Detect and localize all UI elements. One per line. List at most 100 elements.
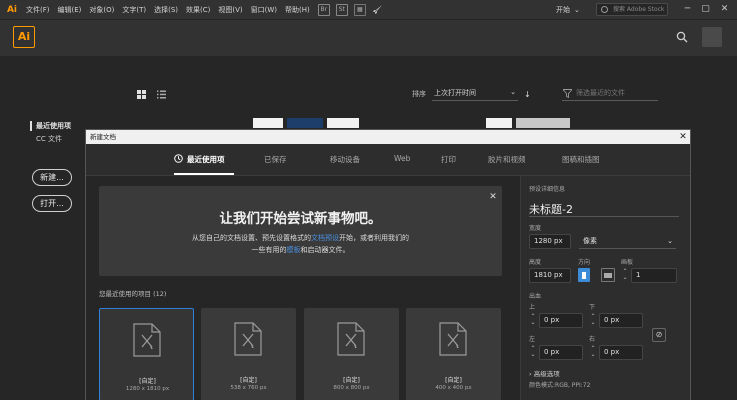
bleed-right-stepper[interactable]: ⌃ ⌄ xyxy=(589,346,597,358)
filter-input[interactable]: 筛选最近的文件 xyxy=(562,87,658,101)
new-button[interactable]: 新建... xyxy=(32,169,72,186)
menu-type[interactable]: 文字(T) xyxy=(122,5,146,15)
menu-effect[interactable]: 效果(C) xyxy=(186,5,210,15)
tab-web[interactable]: Web xyxy=(394,154,410,163)
bleed-bottom-field[interactable]: 0 px xyxy=(599,313,643,328)
menu-select[interactable]: 选择(S) xyxy=(154,5,178,15)
preset-name: [自定] xyxy=(139,378,156,385)
bleed-bottom-stepper[interactable]: ⌃ ⌄ xyxy=(589,314,597,326)
sort-select[interactable]: 上次打开时间 ⌄ xyxy=(432,88,518,101)
bleed-right-field[interactable]: 0 px xyxy=(599,345,643,360)
recent-file-thumbnail[interactable] xyxy=(327,118,359,128)
document-icon xyxy=(337,322,365,356)
height-label: 高度 xyxy=(529,259,542,266)
sort-direction-icon[interactable]: ↓ xyxy=(524,90,531,99)
grid-view-icon[interactable] xyxy=(137,90,146,99)
menu-view[interactable]: 视图(V) xyxy=(218,5,242,15)
document-name-underline xyxy=(529,216,679,217)
arrange-documents-icon[interactable]: ▦ xyxy=(353,3,366,16)
bleed-top-field[interactable]: 0 px xyxy=(539,313,583,328)
preset-area: ✕ 让我们开始尝试新事物吧。 从您自己的文档设置、预先设置格式的文档预设开始，或… xyxy=(86,176,520,400)
workspace-switcher[interactable]: 开始 ⌄ xyxy=(556,3,580,16)
search-icon[interactable] xyxy=(676,31,688,43)
preset-size: 800 x 800 px xyxy=(333,385,370,391)
avatar[interactable] xyxy=(702,27,722,47)
chevron-down-icon: ⌄ xyxy=(510,87,516,96)
templates-link[interactable]: 模板 xyxy=(287,246,301,254)
recent-items-header: 您最近使用的项目 (12) xyxy=(99,288,166,298)
preset-name: [自定] xyxy=(343,377,360,384)
document-icon xyxy=(439,322,467,356)
rocket-icon[interactable] xyxy=(372,4,383,15)
bleed-top-stepper[interactable]: ⌃ ⌄ xyxy=(529,314,537,326)
link-bleed-icon[interactable]: ⊘ xyxy=(652,328,666,342)
preset-name: [自定] xyxy=(445,377,462,384)
list-view-icon[interactable] xyxy=(157,90,166,99)
width-label: 宽度 xyxy=(529,225,542,232)
bleed-left-label: 左 xyxy=(529,336,536,343)
unit-select[interactable]: 像素 ⌄ xyxy=(579,234,676,249)
stock-icon[interactable]: St xyxy=(335,3,348,16)
color-mode-info: 颜色模式:RGB, PPI:72 xyxy=(529,382,591,389)
bridge-icon[interactable]: Br xyxy=(317,3,330,16)
sidebar-item-cc-files[interactable]: CC 文件 xyxy=(36,134,62,144)
recent-file-thumbnail[interactable] xyxy=(486,118,512,128)
landscape-icon xyxy=(604,273,612,278)
maximize-icon[interactable]: ▢ xyxy=(698,2,713,17)
bleed-bottom-label: 下 xyxy=(589,304,596,311)
search-icon xyxy=(601,6,608,13)
menu-object[interactable]: 对象(O) xyxy=(89,5,114,15)
tab-recent[interactable]: 最近使用项 xyxy=(187,154,225,165)
close-window-icon[interactable]: ✕ xyxy=(717,2,732,17)
recent-file-thumbnail[interactable] xyxy=(516,118,570,128)
welcome-banner: ✕ 让我们开始尝试新事物吧。 从您自己的文档设置、预先设置格式的文档预设开始，或… xyxy=(99,186,502,276)
document-icon xyxy=(234,322,262,356)
advanced-options-label: 高级选项 xyxy=(533,370,560,378)
advanced-options-toggle[interactable]: › 高级选项 xyxy=(529,368,560,378)
bleed-left-field[interactable]: 0 px xyxy=(539,345,583,360)
sidebar-item-recent[interactable]: 最近使用项 xyxy=(36,121,71,131)
menu-help[interactable]: 帮助(H) xyxy=(285,5,310,15)
tab-art-illustration[interactable]: 图稿和插图 xyxy=(562,154,600,165)
tab-saved[interactable]: 已保存 xyxy=(264,154,287,165)
menu-edit[interactable]: 编辑(E) xyxy=(58,5,82,15)
app-window: Ai 文件(F) 编辑(E) 对象(O) 文字(T) 选择(S) 效果(C) 视… xyxy=(0,0,737,400)
artboards-stepper[interactable]: ⌃ ⌄ xyxy=(621,269,629,281)
tab-film-video[interactable]: 胶片和视频 xyxy=(488,154,526,165)
preset-name: [自定] xyxy=(240,377,257,384)
filter-icon xyxy=(563,89,572,98)
bleed-left-stepper[interactable]: ⌃ ⌄ xyxy=(529,346,537,358)
recent-items-count: (12) xyxy=(153,290,167,298)
artboards-field[interactable]: 1 xyxy=(631,268,677,283)
minimize-icon[interactable]: ─ xyxy=(680,2,695,17)
document-icon xyxy=(133,323,161,357)
tab-print[interactable]: 打印 xyxy=(441,154,456,165)
bleed-right-label: 右 xyxy=(589,336,596,343)
unit-select-value: 像素 xyxy=(583,237,597,245)
preset-details-header: 预设详细信息 xyxy=(529,186,566,193)
document-name-input[interactable]: 未标题-2 xyxy=(529,201,573,217)
menu-file[interactable]: 文件(F) xyxy=(26,5,50,15)
open-button[interactable]: 打开... xyxy=(32,195,72,212)
tab-active-indicator xyxy=(174,173,234,175)
preset-card[interactable]: [自定] 1280 x 1810 px xyxy=(99,308,194,400)
height-field[interactable]: 1810 px xyxy=(529,268,571,283)
welcome-text-line1: 从您自己的文档设置、预先设置格式的文档预设开始，或者利用我们的 xyxy=(99,233,502,243)
document-presets-link[interactable]: 文档预设 xyxy=(311,234,339,242)
recent-file-thumbnail[interactable] xyxy=(287,118,323,128)
preset-card[interactable]: [自定] 800 x 800 px xyxy=(304,308,399,400)
sort-control: 排序 上次打开时间 ⌄ ↓ xyxy=(412,87,531,101)
width-field[interactable]: 1280 px xyxy=(529,234,571,249)
close-icon[interactable]: ✕ xyxy=(676,130,690,144)
preset-card[interactable]: [自定] 400 x 400 px xyxy=(406,308,501,400)
tab-mobile[interactable]: 移动设备 xyxy=(330,154,360,165)
sidebar-selection-indicator xyxy=(30,121,32,131)
welcome-title: 让我们开始尝试新事物吧。 xyxy=(219,211,382,227)
recent-file-thumbnail[interactable] xyxy=(253,118,283,128)
preset-card[interactable]: [自定] 538 x 760 px xyxy=(201,308,296,400)
clock-icon xyxy=(174,154,183,163)
welcome-text-line2: 一些有用的模板和启动器文件。 xyxy=(99,245,502,255)
close-icon[interactable]: ✕ xyxy=(488,192,498,202)
sort-label: 排序 xyxy=(412,90,426,98)
menu-window[interactable]: 窗口(W) xyxy=(251,5,277,15)
